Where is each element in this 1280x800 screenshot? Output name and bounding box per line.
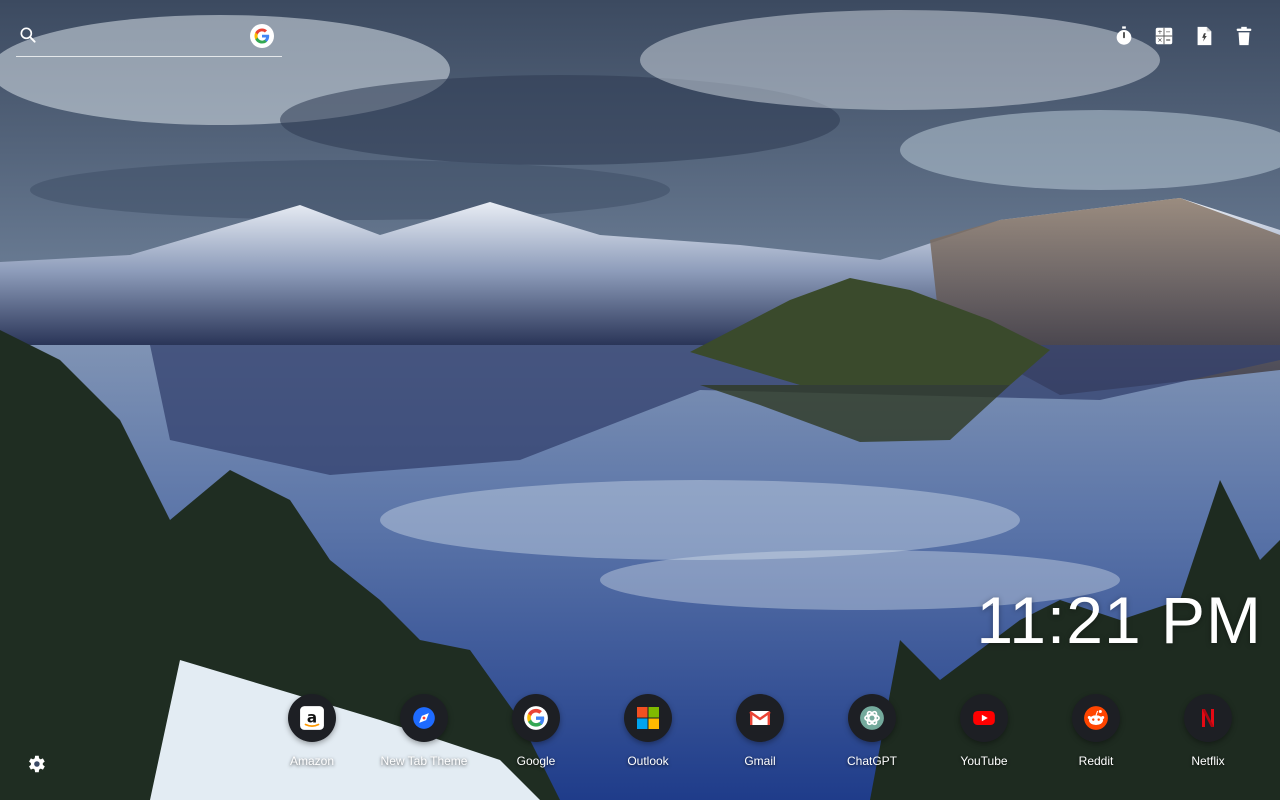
search-input[interactable] <box>50 24 254 50</box>
quick-link-label: Reddit <box>1078 754 1114 768</box>
svg-text:×: × <box>1157 36 1162 44</box>
quick-links: a Amazon New Tab Theme Google Outlook Gm… <box>256 694 1264 768</box>
gear-icon[interactable] <box>25 753 47 775</box>
quick-link-label: Netflix <box>1191 754 1225 768</box>
windows-grid-icon <box>624 694 672 742</box>
quick-link-label: ChatGPT <box>846 754 897 768</box>
netflix-icon <box>1184 694 1232 742</box>
quick-link-label: Outlook <box>627 754 669 768</box>
timer-icon[interactable] <box>1112 24 1136 48</box>
search-icon[interactable] <box>18 25 38 45</box>
clock-time: 11:21 PM <box>976 583 1262 657</box>
svg-text:−: − <box>1165 28 1170 36</box>
quick-link-amazon[interactable]: a Amazon <box>256 694 368 768</box>
quick-link-youtube[interactable]: YouTube <box>928 694 1040 768</box>
quick-link-label: Gmail <box>744 754 776 768</box>
google-g-icon <box>512 694 560 742</box>
document-icon[interactable] <box>1192 24 1216 48</box>
search-bar <box>16 22 282 57</box>
quick-link-label: Amazon <box>289 754 335 768</box>
youtube-icon <box>960 694 1008 742</box>
quick-link-label: New Tab Theme <box>380 754 468 768</box>
svg-text:=: = <box>1165 36 1170 44</box>
quick-link-new-tab-theme[interactable]: New Tab Theme <box>368 694 480 768</box>
quick-link-gmail[interactable]: Gmail <box>704 694 816 768</box>
quick-link-outlook[interactable]: Outlook <box>592 694 704 768</box>
wallpaper-landscape <box>0 0 1280 800</box>
chatgpt-icon <box>848 694 896 742</box>
calculator-icon[interactable]: + − × = <box>1152 24 1176 48</box>
reddit-icon <box>1072 694 1120 742</box>
quick-link-netflix[interactable]: Netflix <box>1152 694 1264 768</box>
amazon-icon: a <box>288 694 336 742</box>
google-g-icon[interactable] <box>250 24 274 48</box>
compass-icon <box>400 694 448 742</box>
quick-link-reddit[interactable]: Reddit <box>1040 694 1152 768</box>
quick-link-google[interactable]: Google <box>480 694 592 768</box>
gmail-icon <box>736 694 784 742</box>
top-toolbar: + − × = <box>1112 24 1256 48</box>
svg-text:a: a <box>307 708 317 726</box>
trash-icon[interactable] <box>1232 24 1256 48</box>
quick-link-label: Google <box>516 754 556 768</box>
quick-link-label: YouTube <box>960 754 1008 768</box>
svg-text:+: + <box>1157 28 1162 36</box>
quick-link-chatgpt[interactable]: ChatGPT <box>816 694 928 768</box>
